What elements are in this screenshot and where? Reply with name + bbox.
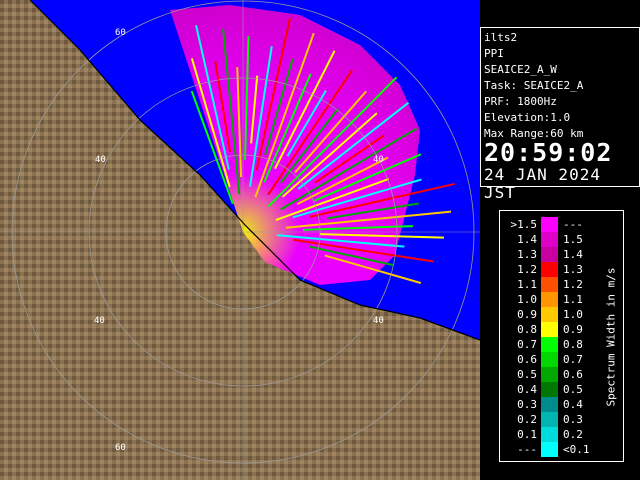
legend-upper-bound: 1.0 <box>563 308 583 321</box>
legend-lower-bound: --- <box>517 443 537 456</box>
legend-swatch <box>541 292 558 307</box>
scan-time: 20:59:02 <box>484 138 613 167</box>
legend-lower-bound: 0.3 <box>517 398 537 411</box>
legend-upper-bound: 0.3 <box>563 413 583 426</box>
legend-swatch <box>541 232 558 247</box>
legend-upper-bound: 1.4 <box>563 248 583 261</box>
prf-label: PRF: 1800Hz <box>484 95 557 108</box>
legend-upper-bound: 1.5 <box>563 233 583 246</box>
legend-lower-bound: 1.2 <box>517 263 537 276</box>
scan-mode: PPI <box>484 47 504 60</box>
legend-upper-bound: 0.5 <box>563 383 583 396</box>
legend-lower-bound: >1.5 <box>510 218 538 231</box>
legend-upper-bound: 1.2 <box>563 278 583 291</box>
radar-name: ilts2 <box>484 31 518 44</box>
scan-date: 24 JAN 2024 JST <box>484 165 601 202</box>
legend-swatch <box>541 427 558 442</box>
ring-label: 40 <box>95 155 106 165</box>
legend-swatch <box>541 217 558 232</box>
legend-upper-bound: --- <box>563 218 583 231</box>
legend-swatch <box>541 262 558 277</box>
legend-swatch <box>541 442 558 457</box>
legend-lower-bound: 0.8 <box>517 323 537 336</box>
task-label: Task: SEAICE2_A <box>484 79 584 92</box>
legend-upper-bound: 0.7 <box>563 353 583 366</box>
legend-upper-bound: 1.1 <box>563 293 583 306</box>
legend-lower-bound: 1.4 <box>517 233 537 246</box>
legend-swatch <box>541 412 558 427</box>
radar-info-panel: ilts2 PPI SEAICE2_A_W Task: SEAICE2_A PR… <box>480 27 640 202</box>
legend-upper-bound: 1.3 <box>563 263 583 276</box>
legend-lower-bound: 0.5 <box>517 368 537 381</box>
legend-upper-bound: 0.9 <box>563 323 583 336</box>
legend-swatch <box>541 337 558 352</box>
ring-label: 40 <box>94 316 105 326</box>
task-name: SEAICE2_A_W <box>484 63 557 76</box>
legend-unit-label: Spectrum Width in m/s <box>604 267 618 407</box>
legend-swatch <box>541 277 558 292</box>
legend-swatch <box>541 367 558 382</box>
legend-lower-bound: 0.2 <box>517 413 537 426</box>
legend-swatch <box>541 322 558 337</box>
legend-lower-bound: 1.3 <box>517 248 537 261</box>
legend-lower-bound: 0.7 <box>517 338 537 351</box>
legend-unit: Spectrum Width in m/s <box>603 217 619 457</box>
legend-swatch <box>541 397 558 412</box>
legend-swatch <box>541 247 558 262</box>
legend-lower-bound: 0.1 <box>517 428 537 441</box>
legend-lower-bound: 0.9 <box>517 308 537 321</box>
legend-swatch <box>541 352 558 367</box>
legend-lower-bound: 1.0 <box>517 293 537 306</box>
legend-upper-bound: 0.8 <box>563 338 583 351</box>
legend-lower-bound: 1.1 <box>517 278 537 291</box>
legend-upper-bound: 0.6 <box>563 368 583 381</box>
radar-ppi-map: 60 40 40 40 40 60 <box>0 0 480 480</box>
legend-swatch <box>541 382 558 397</box>
legend-upper-bound: 0.2 <box>563 428 583 441</box>
ring-label: 40 <box>373 155 384 165</box>
legend-lower-bound: 0.6 <box>517 353 537 366</box>
legend-swatch <box>541 307 558 322</box>
legend-upper-bound: 0.4 <box>563 398 583 411</box>
color-legend: >1.5 --- 1.4 1.5 1.3 1.4 1.2 1.3 1.1 1.2 1.0 1.1 0.9… <box>499 210 624 462</box>
legend-lower-bound: 0.4 <box>517 383 537 396</box>
legend-upper-bound: <0.1 <box>563 443 590 456</box>
ring-label: 40 <box>373 316 384 326</box>
ring-label: 60 <box>115 443 126 453</box>
ring-label: 60 <box>115 28 126 38</box>
elevation-label: Elevation:1.0 <box>484 111 571 124</box>
